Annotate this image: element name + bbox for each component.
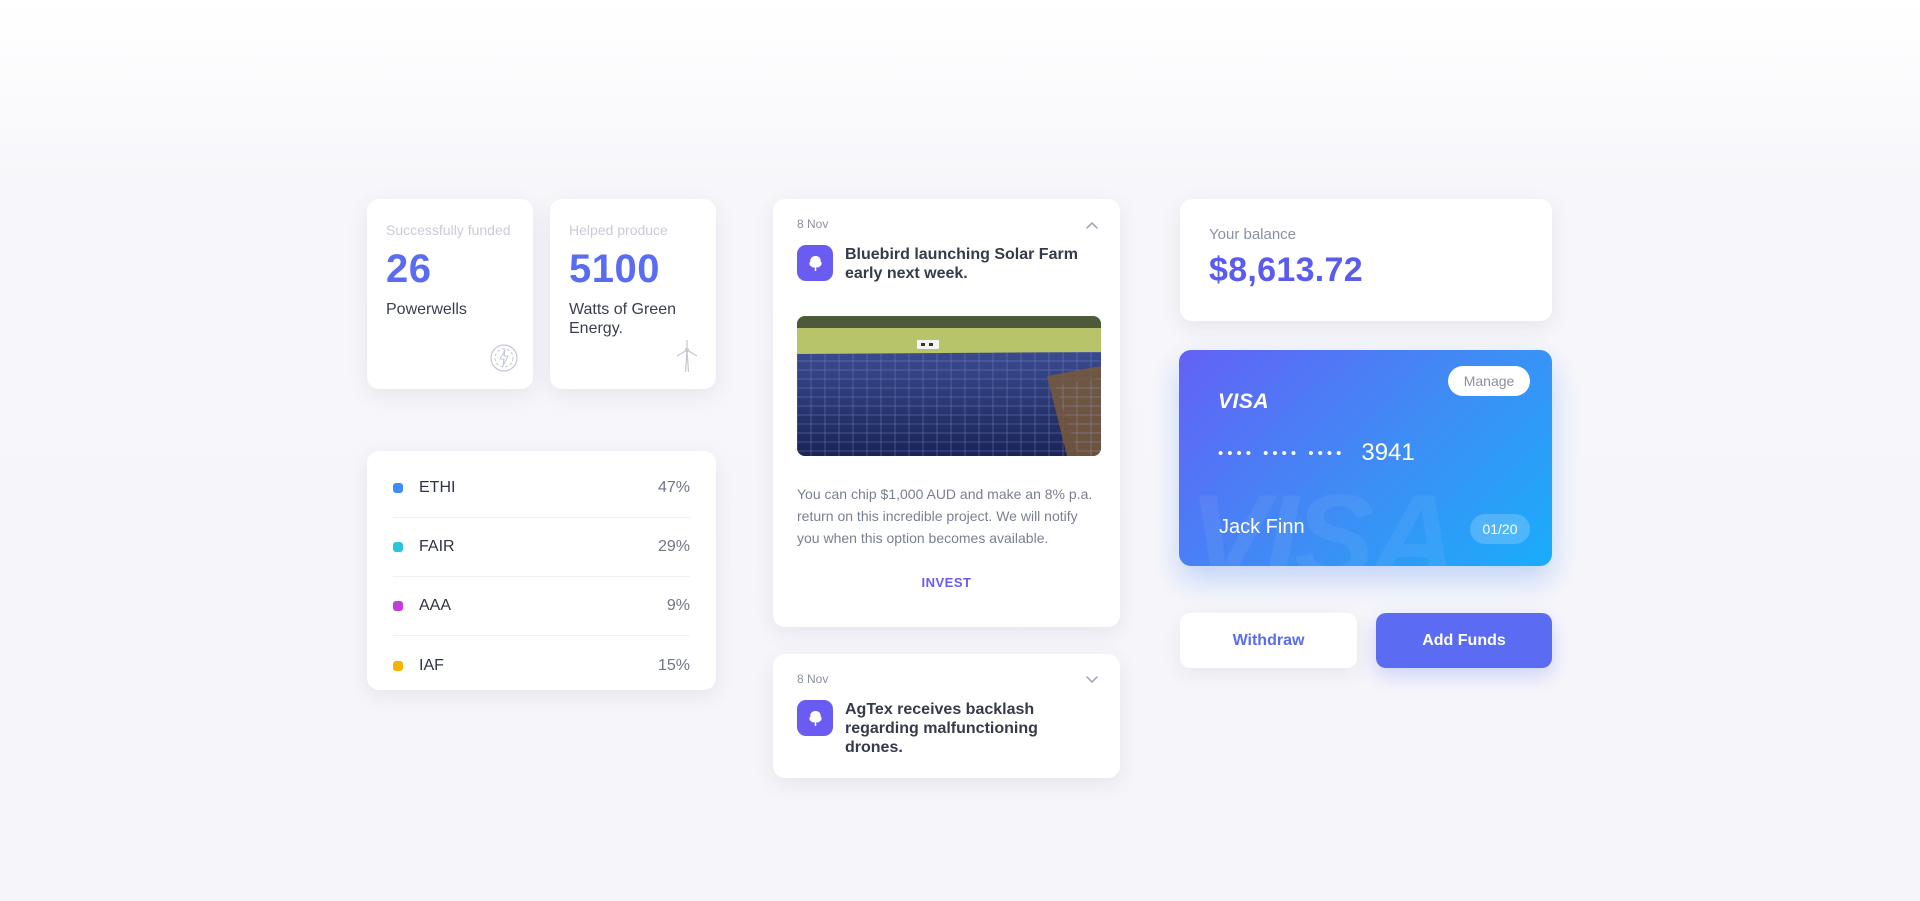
card-last4: 3941: [1361, 439, 1415, 466]
stat-label: Successfully funded: [386, 222, 511, 238]
allocation-name: ETHI: [419, 479, 456, 496]
news-date: 8 Nov: [797, 217, 829, 231]
color-dot: [393, 660, 403, 671]
news-date: 8 Nov: [797, 672, 829, 686]
chevron-up-icon[interactable]: [1086, 221, 1098, 229]
card-holder: Jack Finn: [1219, 516, 1305, 538]
list-item[interactable]: ETHI 47%: [393, 459, 690, 518]
news-body: You can chip $1,000 AUD and make an 8% p…: [797, 486, 1093, 546]
allocation-list: ETHI 47% FAIR 29% AAA 9% IAF 15%: [367, 451, 716, 690]
allocation-percent: 47%: [657, 479, 690, 496]
stat-value: 5100: [569, 247, 660, 291]
solar-farm-image: [797, 316, 1101, 456]
allocation-name: AAA: [419, 597, 452, 614]
news-header: AgTex receives backlash regarding malfun…: [797, 700, 1096, 757]
allocation-percent: 15%: [657, 656, 690, 674]
allocation-percent: 29%: [657, 538, 690, 555]
manage-button[interactable]: Manage: [1448, 366, 1530, 396]
stat-sub: Watts of Green Energy.: [569, 301, 676, 337]
color-dot: [393, 483, 403, 493]
list-item[interactable]: IAF 15%: [393, 636, 690, 695]
card-number: •••• •••• •••• 3941: [1218, 439, 1415, 467]
news-title: Bluebird launching Solar Farm early next…: [845, 246, 1078, 282]
tree-icon: [797, 245, 833, 281]
stat-label: Helped produce: [569, 222, 668, 238]
stat-sub: Powerwells: [386, 301, 467, 318]
credit-card[interactable]: VISA VISA Manage •••• •••• •••• 3941 Jac…: [1179, 350, 1552, 566]
card-expiry: 01/20: [1470, 514, 1530, 544]
wind-turbine-icon: [676, 340, 698, 373]
color-dot: [393, 601, 403, 611]
invest-link[interactable]: INVEST: [797, 575, 1096, 590]
allocation-name: FAIR: [419, 538, 455, 555]
list-item[interactable]: AAA 9%: [393, 577, 690, 636]
withdraw-button[interactable]: Withdraw: [1180, 613, 1357, 668]
news-card-expanded: 8 Nov Bluebird launching Solar Farm earl…: [773, 199, 1120, 627]
energy-icon: [490, 344, 518, 372]
allocation-percent: 9%: [666, 597, 690, 614]
balance-value: $8,613.72: [1209, 251, 1363, 289]
news-card-collapsed[interactable]: 8 Nov AgTex receives backlash regarding …: [773, 654, 1120, 778]
list-item[interactable]: FAIR 29%: [393, 518, 690, 577]
tree-icon: [797, 700, 833, 736]
stat-card-funded: Successfully funded 26 Powerwells: [367, 199, 533, 389]
stat-card-produced: Helped produce 5100 Watts of Green Energ…: [550, 199, 716, 389]
allocation-name: IAF: [419, 656, 444, 674]
balance-label: Your balance: [1209, 226, 1297, 243]
color-dot: [393, 542, 403, 552]
add-funds-button[interactable]: Add Funds: [1376, 613, 1552, 668]
news-header: Bluebird launching Solar Farm early next…: [797, 245, 1096, 283]
balance-card: Your balance $8,613.72: [1180, 199, 1552, 321]
card-brand: VISA: [1218, 390, 1270, 413]
chevron-down-icon[interactable]: [1086, 676, 1098, 684]
news-title: AgTex receives backlash regarding malfun…: [845, 701, 1038, 756]
card-masked-digits: •••• •••• ••••: [1218, 444, 1346, 462]
stat-value: 26: [386, 247, 432, 291]
